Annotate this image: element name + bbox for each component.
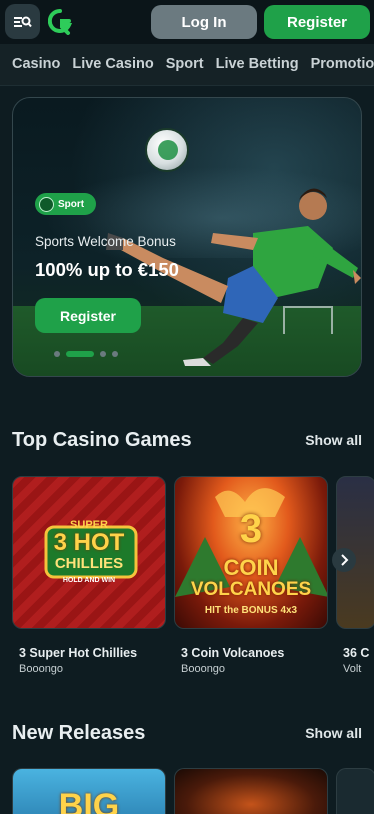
football-player-image xyxy=(106,188,361,366)
game-title[interactable]: 36 C xyxy=(343,646,374,660)
carousel-dot-active[interactable] xyxy=(66,351,94,357)
game-card-3-coin-volcanoes[interactable]: 3 COIN VOLCANOES HIT the BONUS 4x3 xyxy=(174,476,328,629)
game-art-text-hot: HOT xyxy=(73,529,125,556)
carousel-dots xyxy=(54,350,118,358)
top-bar: Log In Register xyxy=(0,0,374,44)
game-art-text-4x3: 4x3 xyxy=(280,605,298,616)
game-title[interactable]: 3 Coin Volcanoes xyxy=(181,646,284,660)
carousel-dot[interactable] xyxy=(100,351,106,357)
nav-item-promotions[interactable]: Promotio xyxy=(311,44,374,84)
nav-item-casino[interactable]: Casino xyxy=(12,44,60,84)
sport-badge: Sport xyxy=(35,193,96,215)
hero-subtitle: Sports Welcome Bonus xyxy=(35,234,176,249)
game-card-new-1[interactable]: BIG xyxy=(12,768,166,814)
register-button[interactable]: Register xyxy=(264,5,370,39)
game-art-text-3: 3 xyxy=(239,507,263,551)
carousel-dot[interactable] xyxy=(112,351,118,357)
sport-badge-label: Sport xyxy=(58,198,85,210)
game-art-text-3-hot: 3 HOT xyxy=(13,529,165,557)
game-provider: Volt xyxy=(343,663,362,675)
game-art-text-chillies: CHILLIES xyxy=(54,555,124,572)
game-provider: Booongo xyxy=(19,663,64,675)
game-art-text-hold-and-win: HOLD AND WIN xyxy=(62,577,116,584)
hero-register-button[interactable]: Register xyxy=(35,298,141,333)
game-card-new-partial[interactable] xyxy=(336,768,374,814)
carousel-dot[interactable] xyxy=(54,351,60,357)
show-all-top-casino[interactable]: Show all xyxy=(305,432,362,448)
game-art-text-hit-the-bonus: HIT the BONUS 4x3 xyxy=(175,605,327,616)
game-art-text-volcanoes: VOLCANOES xyxy=(190,579,312,600)
game-title[interactable]: 3 Super Hot Chillies xyxy=(19,646,137,660)
game-art-text-hit: HIT the BONUS xyxy=(204,605,278,616)
carousel-next-button[interactable] xyxy=(332,548,356,572)
chevron-right-icon xyxy=(341,554,349,566)
menu-search-icon[interactable] xyxy=(5,4,40,39)
section-title-top-casino: Top Casino Games xyxy=(12,429,192,451)
login-button[interactable]: Log In xyxy=(151,5,257,39)
nav-item-live-casino[interactable]: Live Casino xyxy=(72,44,153,84)
show-all-new-releases[interactable]: Show all xyxy=(305,725,362,741)
hero-title: 100% up to €150 xyxy=(35,259,179,280)
game-art-text-big: BIG xyxy=(58,787,120,814)
section-title-new-releases: New Releases xyxy=(12,722,146,744)
game-card-3-super-hot-chillies[interactable]: SUPER 3 HOT CHILLIES HOLD AND WIN xyxy=(12,476,166,629)
game-provider: Booongo xyxy=(181,663,226,675)
hero-banner[interactable]: Sport Sports Welcome Bonus 100% up to €1… xyxy=(12,97,362,377)
brand-logo-icon[interactable] xyxy=(47,8,73,35)
game-card-new-2[interactable] xyxy=(174,768,328,814)
nav-item-live-betting[interactable]: Live Betting xyxy=(216,44,299,84)
game-art-text-3: 3 xyxy=(53,529,67,556)
nav-item-sport[interactable]: Sport xyxy=(166,44,204,84)
category-nav: Casino Live Casino Sport Live Betting Promot… xyxy=(0,44,374,86)
football-icon xyxy=(145,128,189,172)
ball-logo-mark xyxy=(158,140,178,160)
game-art-text-coin: COIN xyxy=(223,555,279,580)
sport-ball-icon xyxy=(39,196,54,212)
